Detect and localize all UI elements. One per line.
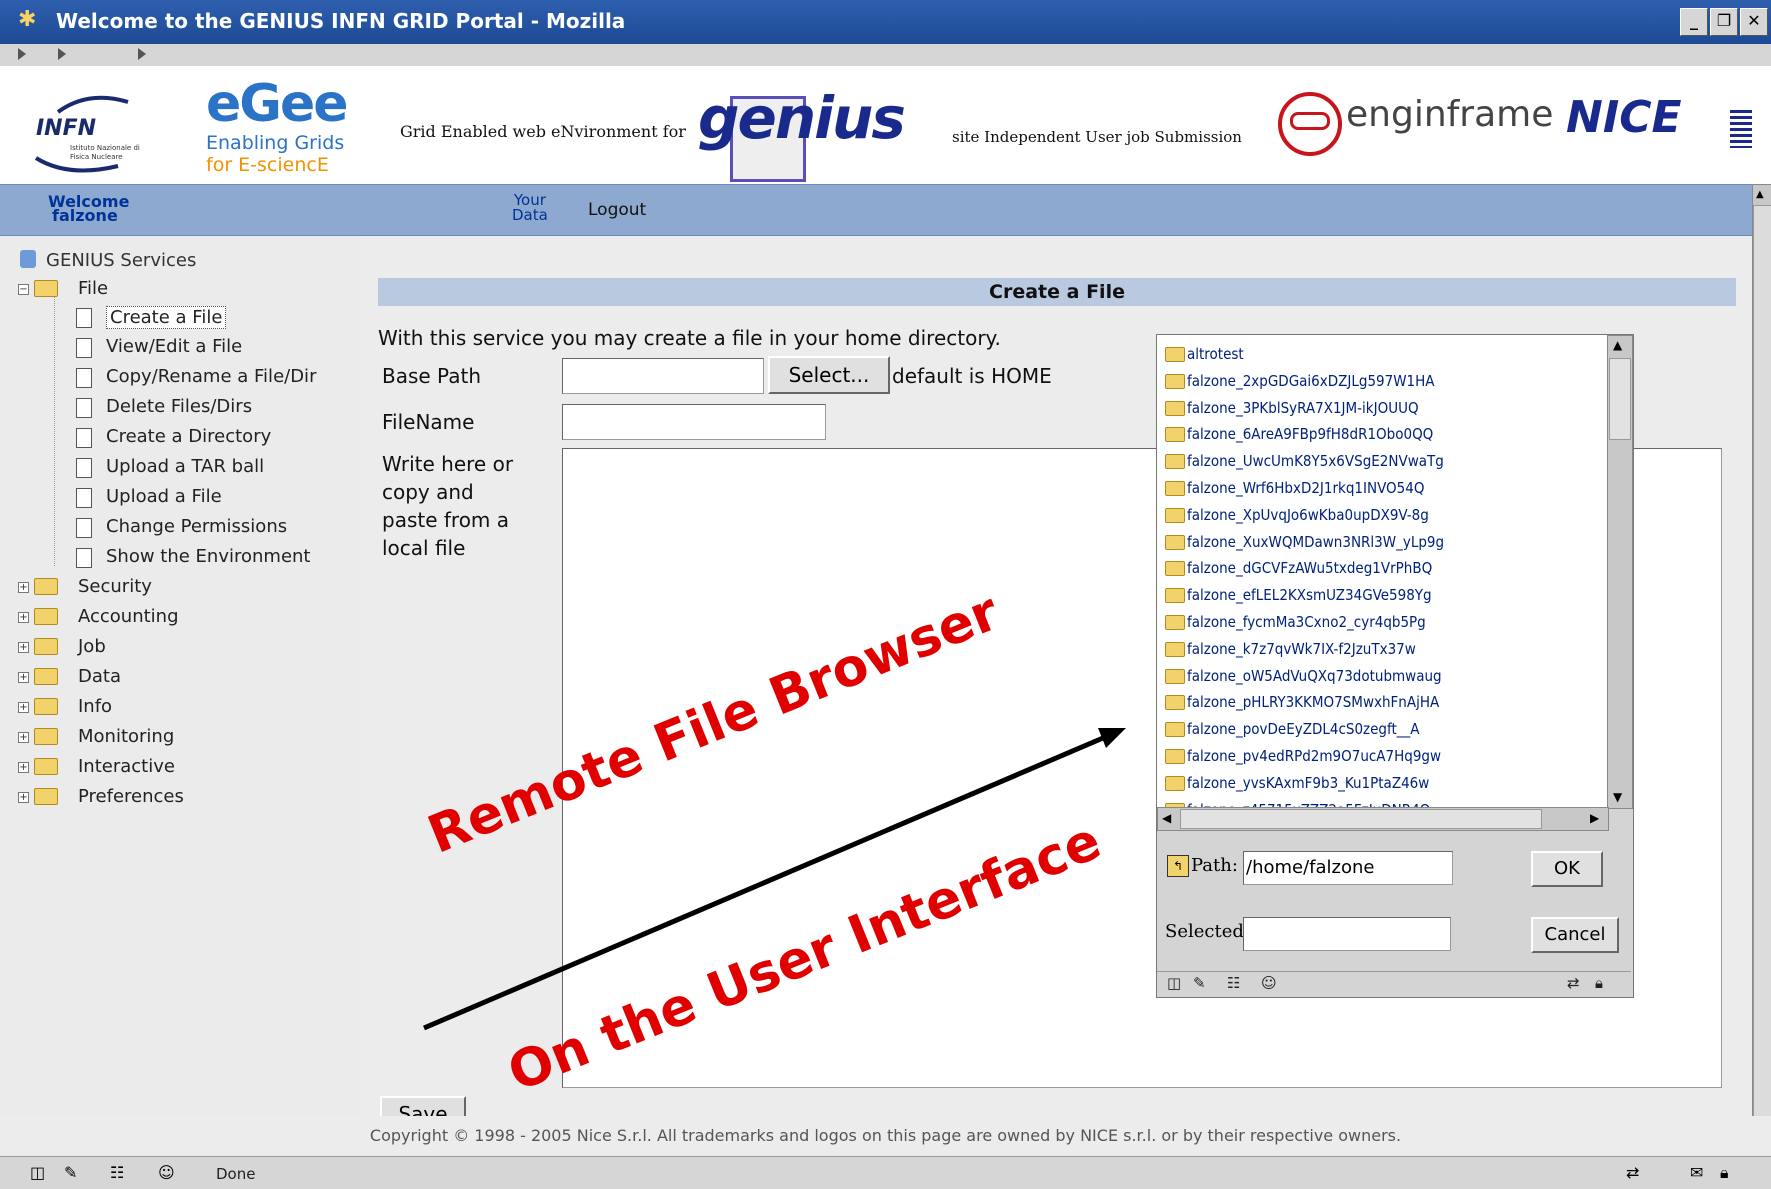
connection-icon: ⇄ (1626, 1163, 1640, 1182)
security-icon: ✉ (1690, 1163, 1704, 1182)
copyright-footer: Copyright © 1998 - 2005 Nice S.r.l. All … (0, 1116, 1771, 1156)
status-text: Done (216, 1165, 256, 1183)
annotation-arrow (423, 728, 1126, 1031)
mail-icon[interactable]: ◫ (30, 1163, 45, 1182)
lock-icon: 🔒︎ (1720, 1163, 1729, 1182)
composer-icon[interactable]: ✎ (64, 1163, 77, 1182)
browser-statusbar: ◫ ✎ ☷ ☺ Done ⇄ ✉ 🔒︎ (0, 1156, 1771, 1189)
arrow-head-icon (1098, 728, 1126, 748)
irc-icon[interactable]: ☺ (158, 1163, 175, 1182)
address-book-icon[interactable]: ☷ (110, 1163, 124, 1182)
